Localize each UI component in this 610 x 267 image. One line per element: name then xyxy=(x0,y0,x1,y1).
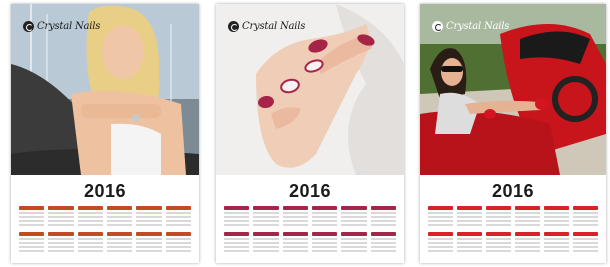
calendar-year: 2016 xyxy=(83,181,127,201)
calendar-poster-1: Crystal Nails 2016 xyxy=(11,4,199,263)
month-block xyxy=(136,232,162,252)
month-block xyxy=(573,206,598,226)
month-block xyxy=(282,232,308,252)
month-block xyxy=(370,232,396,252)
month-block xyxy=(341,206,367,226)
month-block xyxy=(253,232,279,252)
month-block xyxy=(77,232,103,252)
month-block xyxy=(165,232,191,252)
month-block xyxy=(77,206,103,226)
month-block xyxy=(312,232,338,252)
month-block xyxy=(19,232,45,252)
crystal-nails-logo: Crystal Nails xyxy=(228,21,305,32)
month-block xyxy=(107,206,133,226)
crystal-nails-logo-icon xyxy=(23,21,34,32)
month-grid xyxy=(224,206,396,258)
month-block xyxy=(544,232,569,252)
month-grid xyxy=(19,206,191,258)
month-block xyxy=(224,206,250,226)
month-block xyxy=(107,232,133,252)
crystal-nails-logo-icon xyxy=(432,21,443,32)
month-block xyxy=(48,232,74,252)
month-block xyxy=(515,232,540,252)
month-block xyxy=(573,232,598,252)
month-block xyxy=(19,206,45,226)
crystal-nails-logo: Crystal Nails xyxy=(432,21,509,32)
month-block xyxy=(282,206,308,226)
logo-text: Crystal Nails xyxy=(37,21,101,32)
calendar-year: 2016 xyxy=(491,181,535,201)
month-block xyxy=(312,206,338,226)
logo-text: Crystal Nails xyxy=(242,21,306,32)
crystal-nails-logo-icon xyxy=(228,21,239,32)
calendar-poster-2: Crystal Nails 2016 xyxy=(216,4,404,263)
month-block xyxy=(253,206,279,226)
month-grid xyxy=(428,206,598,258)
month-block xyxy=(136,206,162,226)
month-block xyxy=(370,206,396,226)
month-block xyxy=(224,232,250,252)
month-block xyxy=(341,232,367,252)
calendar-year: 2016 xyxy=(288,181,332,201)
month-block xyxy=(486,206,511,226)
crystal-nails-logo: Crystal Nails xyxy=(23,21,100,32)
month-block xyxy=(457,206,482,226)
month-block xyxy=(457,232,482,252)
calendar-poster-3: Crystal Nails 2016 xyxy=(420,4,606,263)
month-block xyxy=(544,206,569,226)
logo-text: Crystal Nails xyxy=(446,21,510,32)
month-block xyxy=(428,232,453,252)
month-block xyxy=(165,206,191,226)
month-block xyxy=(48,206,74,226)
month-block xyxy=(486,232,511,252)
month-block xyxy=(515,206,540,226)
month-block xyxy=(428,206,453,226)
